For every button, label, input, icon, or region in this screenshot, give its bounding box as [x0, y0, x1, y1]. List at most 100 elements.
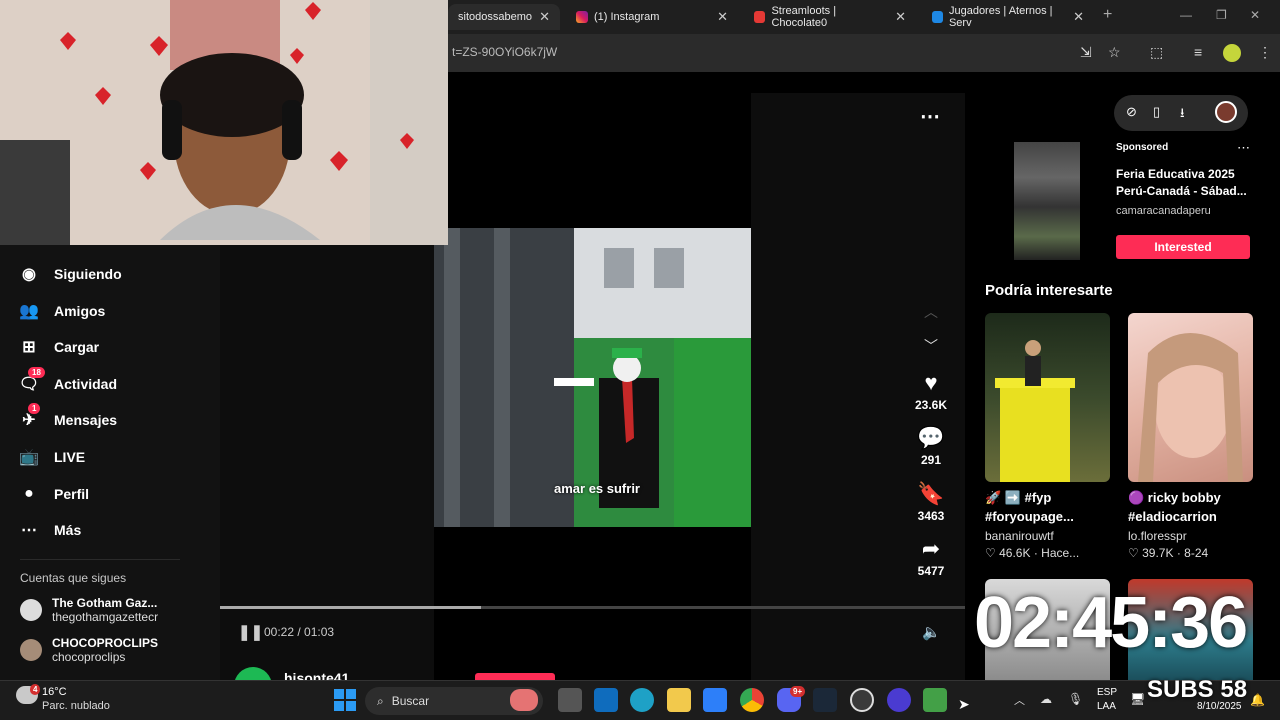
discord-badge: 9+ — [790, 686, 806, 697]
card-caption[interactable]: 🚀 ➡️ #fyp #foryoupage... — [985, 488, 1115, 526]
card-username[interactable]: bananirouwtf — [985, 529, 1054, 543]
tab-tiktok[interactable]: sitodossabemo ✕ — [448, 4, 560, 30]
ad-thumbnail[interactable] — [1014, 142, 1080, 260]
interested-button[interactable]: Interested — [1116, 235, 1250, 259]
sidebar-item-label: Siguiendo — [54, 266, 122, 282]
like-count: 23.6K — [914, 398, 948, 412]
minimize-button[interactable]: — — [1180, 8, 1192, 22]
share-button[interactable]: ➦ 5477 — [901, 536, 961, 578]
user-avatar[interactable] — [1215, 101, 1237, 123]
mouse-cursor: ➤ — [958, 696, 970, 712]
compass-icon[interactable]: ⊘ — [1126, 104, 1137, 120]
new-tab-button[interactable]: + — [1103, 6, 1112, 24]
chrome-icon[interactable] — [740, 688, 764, 712]
following-account[interactable]: The Gotham Gaz... thegothamgazettecr — [20, 596, 158, 624]
separator-dot: · — [1033, 546, 1038, 560]
app-icon[interactable] — [887, 688, 911, 712]
install-app-icon[interactable]: ⇲ — [1080, 44, 1092, 61]
volume-icon[interactable]: 🔈 — [922, 623, 941, 641]
sidebar-item-perfil[interactable]: ● Perfil — [18, 479, 89, 509]
aternos-icon — [932, 11, 943, 23]
sidebar-item-label: Actividad — [54, 376, 118, 392]
maximize-button[interactable]: ❐ — [1216, 8, 1227, 22]
ad-advertiser: camaracanadaperu — [1116, 205, 1211, 217]
card-likes: 39.7K — [1142, 546, 1174, 560]
card-stats: ♡ 39.7K · 8-24 — [1128, 546, 1208, 560]
tab-aternos[interactable]: Jugadores | Aternos | Serv ✕ — [922, 4, 1094, 30]
avatar — [20, 639, 42, 661]
steam-icon[interactable] — [813, 688, 837, 712]
tray-app-icon[interactable]: ☁ — [1040, 692, 1052, 706]
separator-dot: · — [1176, 546, 1181, 560]
sidebar-item-label: Perfil — [54, 486, 90, 502]
extensions-icon[interactable]: ⬚ — [1150, 44, 1163, 61]
bookmark-star-icon[interactable]: ☆ — [1108, 44, 1121, 61]
stream-clock: 02:45:36 — [974, 583, 1248, 663]
card-caption[interactable]: 🟣 ricky bobby #eladiocarrion — [1128, 488, 1258, 526]
chevron-down-icon[interactable]: ﹀ — [924, 336, 938, 356]
close-icon[interactable]: ✕ — [895, 9, 906, 25]
like-button[interactable]: ♥ 23.6K — [901, 370, 961, 412]
sidebar-item-label: Cargar — [54, 339, 100, 355]
obs-icon[interactable] — [850, 688, 874, 712]
close-icon[interactable]: ✕ — [539, 9, 550, 25]
sidebar-item-más[interactable]: ⋯ Más — [18, 515, 81, 545]
sidebar-item-mensajes[interactable]: ✈ 1 Mensajes — [18, 403, 117, 435]
following-account[interactable]: CHOCOPROCLIPS chocoproclips — [20, 636, 158, 664]
keyboard-layout[interactable]: LAA — [1097, 701, 1116, 712]
notification-icon[interactable]: 🔔 — [1250, 693, 1265, 707]
sidebar-item-siguiendo[interactable]: ◉ Siguiendo — [18, 259, 122, 289]
outlook-icon[interactable] — [594, 688, 618, 712]
webcam-overlay — [0, 0, 448, 245]
sidebar-item-live[interactable]: 📺 LIVE — [18, 442, 85, 472]
weather-desc[interactable]: Parc. nublado — [42, 700, 110, 712]
ad-more-icon[interactable]: ⋯ — [1237, 140, 1250, 156]
language-code[interactable]: ESP — [1097, 687, 1117, 698]
sidebar-item-label: Más — [54, 522, 82, 538]
tab-instagram[interactable]: (1) Instagram ✕ — [566, 4, 738, 30]
sidebar-item-actividad[interactable]: 🗨 18 Actividad — [18, 367, 118, 399]
friends-icon: 👥 — [19, 303, 39, 320]
search-icon: ⌕ — [377, 693, 384, 708]
pause-icon[interactable]: ❚❚ — [238, 623, 263, 641]
recommended-card-thumbnail[interactable] — [985, 313, 1110, 482]
card-username[interactable]: lo.floresspr — [1128, 529, 1187, 543]
avatar — [20, 599, 42, 621]
task-view-icon[interactable] — [558, 688, 582, 712]
chevron-up-icon[interactable]: ︿ — [924, 302, 938, 322]
close-icon[interactable]: ✕ — [1073, 9, 1084, 25]
store-icon[interactable] — [703, 688, 727, 712]
network-icon[interactable]: 🖥 — [1130, 692, 1145, 706]
recommended-title: Podría interesarte — [985, 282, 1113, 299]
file-explorer-icon[interactable] — [667, 688, 691, 712]
tab-title: Jugadores | Aternos | Serv — [948, 5, 1053, 29]
profile-avatar-icon[interactable] — [1223, 44, 1241, 62]
recommended-card-thumbnail[interactable] — [1128, 313, 1253, 482]
comment-button[interactable]: 💬 291 — [901, 425, 961, 467]
media-controls-icon[interactable]: ≡ — [1194, 44, 1202, 60]
edge-icon[interactable] — [630, 688, 654, 712]
device-icon[interactable]: ▯ — [1153, 104, 1160, 120]
sidebar-item-cargar[interactable]: ⊞ Cargar — [18, 332, 99, 362]
save-button[interactable]: 🔖 3463 — [901, 481, 961, 523]
card-date: Hace... — [1041, 546, 1080, 560]
more-options-icon[interactable]: ⋯ — [920, 104, 940, 129]
browser-menu-icon[interactable]: ⋮ — [1258, 44, 1272, 61]
ad-title[interactable]: Feria Educativa 2025 Perú-Canadá - Sábad… — [1116, 166, 1256, 200]
account-handle: thegothamgazettecr — [52, 610, 159, 624]
download-icon[interactable]: ⭳ — [1180, 104, 1185, 126]
subs-counter: SUBS 58 — [1147, 676, 1248, 703]
chevron-up-icon[interactable]: ︿ — [1014, 692, 1025, 708]
sidebar-item-amigos[interactable]: 👥 Amigos — [18, 296, 105, 326]
minecraft-icon[interactable] — [923, 688, 947, 712]
url-text[interactable]: t=ZS-90OYiO6k7jW — [452, 45, 557, 59]
weather-temp[interactable]: 16°C — [42, 686, 67, 698]
close-icon[interactable]: ✕ — [717, 9, 728, 25]
close-window-button[interactable]: ✕ — [1250, 8, 1260, 22]
save-count: 3463 — [917, 509, 945, 523]
microphone-icon[interactable]: 🎙 — [1068, 692, 1083, 706]
tab-streamloots[interactable]: Streamloots | Chocolate0 ✕ — [744, 4, 916, 30]
video-time: 00:22 / 01:03 — [264, 625, 335, 639]
heart-outline-icon: ♡ — [1128, 546, 1139, 560]
windows-start-icon[interactable] — [334, 689, 356, 711]
